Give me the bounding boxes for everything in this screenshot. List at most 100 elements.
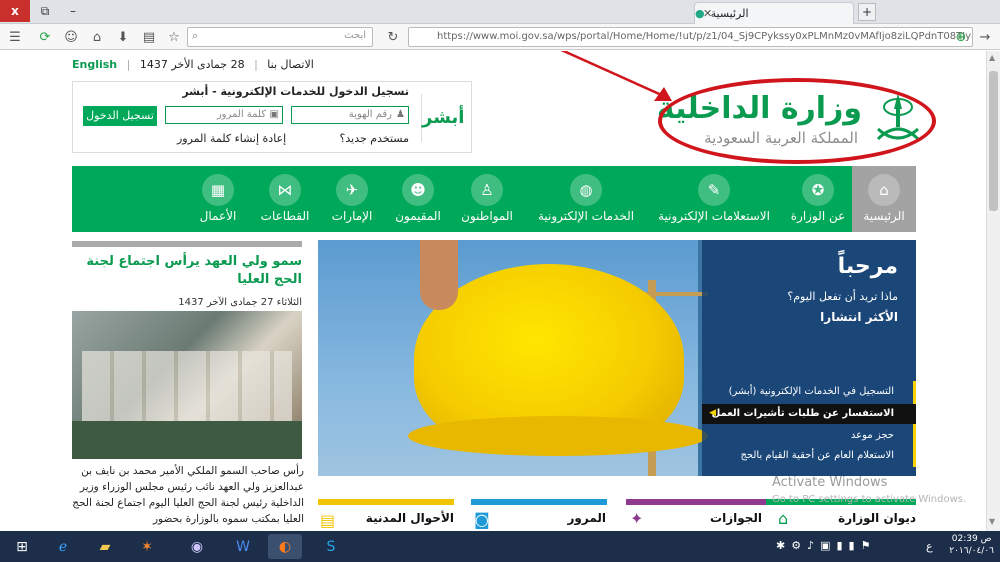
car-icon: ◙ (474, 510, 490, 529)
news-body: رأس صاحب السمو الملكي الأمير محمد بن ناي… (72, 465, 304, 525)
english-link[interactable]: English (72, 58, 117, 71)
lock-icon: ▣ (269, 109, 279, 120)
user-icon: ♟ (396, 109, 405, 120)
nav-label: الخدمات الإلكترونية (537, 209, 635, 223)
password-input[interactable]: كلمة المرور ▣ (165, 106, 283, 124)
card-bar-passports (626, 499, 766, 505)
nav-item-sectors[interactable]: ⋈ القطاعات (252, 166, 318, 232)
news-date: الثلاثاء 27 جمادى الآخر 1437 (178, 297, 302, 308)
url-text: https://www.moi.gov.sa/wps/portal/Home/H… (437, 31, 972, 42)
map-icon: ✈ (336, 174, 368, 206)
contact-link[interactable]: الاتصال بنا (267, 58, 314, 71)
scroll-down-icon[interactable]: ▼ (989, 517, 998, 529)
system-tray-icons[interactable]: ✱⚙♪▣▮▮⚑ (776, 539, 876, 552)
header-links: English | الاتصال بنا | 28 جمادى الأخر 1… (72, 58, 314, 71)
new-tab-button[interactable]: + (858, 3, 876, 21)
url-bar[interactable]: https://www.moi.gov.sa/wps/portal/Home/H… (408, 27, 973, 47)
hero-link-absher[interactable]: التسجيل في الخدمات الإلكترونية (أبشر) (729, 386, 894, 397)
home-icon: ⌂ (868, 174, 900, 206)
card-ministry[interactable]: ديوان الوزارة (838, 511, 916, 525)
word-icon[interactable]: W (226, 534, 260, 559)
bookmark-star-icon[interactable]: ☆ (165, 28, 183, 46)
password-placeholder: كلمة المرور (216, 109, 266, 120)
hero-image (318, 240, 708, 476)
card-passports[interactable]: الجوازات (710, 511, 762, 525)
new-user-link[interactable]: مستخدم جديد؟ (340, 132, 409, 145)
minimize-icon[interactable]: – (60, 0, 86, 22)
hand-image (420, 240, 458, 310)
passport-icon: ✦ (630, 509, 644, 528)
input-language[interactable]: ع (926, 540, 933, 553)
pocket-icon[interactable]: ☺ (62, 28, 80, 46)
taskbar-clock[interactable]: 02:39 ص ٢٠١٦/٠٤/٠٦ (949, 533, 994, 557)
hero-panel: مرحباً ماذا تريد أن تفعل اليوم؟ الأكثر ا… (702, 240, 916, 476)
nav-item-business[interactable]: ▦ الأعمال (186, 166, 250, 232)
restore-icon[interactable]: ⧉ (32, 0, 58, 22)
avast-icon[interactable]: ✶ (130, 534, 164, 559)
table-image (72, 421, 302, 459)
clock-date: ٢٠١٦/٠٤/٠٦ (949, 546, 994, 556)
menu-icon[interactable]: ☰ (6, 28, 24, 46)
nav-label: المواطنون (461, 209, 513, 223)
reload-icon[interactable]: ↻ (384, 28, 402, 46)
nav-item-home[interactable]: ⌂ الرئيسية (852, 166, 916, 232)
nav-label: الإمارات (331, 209, 373, 223)
sync-icon[interactable]: ⟳ (36, 28, 54, 46)
nav-item-emirates[interactable]: ✈ الإمارات (322, 166, 382, 232)
browser-tab[interactable]: الرئيسية ● ✕ (694, 2, 854, 24)
scroll-thumb[interactable] (989, 71, 998, 211)
hero-link-appointment[interactable]: حجز موعد (851, 430, 894, 441)
card-civil-affairs[interactable]: الأحوال المدنية (366, 511, 454, 525)
browser-app-icon[interactable]: ◉ (180, 534, 214, 559)
login-button[interactable]: تسجيل الدخول (83, 106, 157, 126)
nav-item-residents[interactable]: ☻ المقيمون (386, 166, 450, 232)
nav-label: الرئيسية (863, 209, 905, 223)
hard-hat-brim (408, 416, 708, 456)
nav-label: القطاعات (260, 209, 310, 223)
news-photo[interactable] (72, 311, 302, 459)
search-input[interactable]: ⌕ ابحث (187, 27, 373, 47)
logo-highlight-oval (658, 78, 936, 164)
library-icon[interactable]: ▤ (140, 28, 158, 46)
nav-item-about[interactable]: ✪ عن الوزارة (786, 166, 850, 232)
search-placeholder: ابحث (344, 30, 366, 41)
hero-accent-bar (913, 381, 916, 467)
nav-item-citizens[interactable]: ♙ المواطنون (454, 166, 520, 232)
file-explorer-icon[interactable]: ▰ (88, 534, 122, 559)
hero-banner: مرحباً ماذا تريد أن تفعل اليوم؟ الأكثر ا… (318, 240, 916, 476)
browser-toolbar: ☰ ⟳ ☺ ⌂ ⬇ ▤ ☆ ⌕ ابحث ↻ https://www.moi.g… (0, 24, 1000, 50)
reset-password-link[interactable]: إعادة إنشاء كلمة المرور (177, 132, 286, 145)
annotation-arrow (560, 51, 672, 101)
activate-windows-title: Activate Windows (772, 475, 888, 490)
sectors-icon: ⋈ (269, 174, 301, 206)
skype-icon[interactable]: S (314, 534, 348, 559)
forward-icon[interactable]: → (976, 28, 994, 46)
ministry-building-icon: ⌂ (778, 509, 789, 528)
id-number-input[interactable]: رقم الهوية ♟ (291, 106, 409, 124)
start-windows-icon[interactable]: ⊞ (2, 534, 42, 559)
search-icon: ⌕ (192, 29, 199, 42)
hero-title: مرحباً (837, 254, 898, 279)
hero-link-work-visas[interactable]: الاستفسار عن طلبات تأشيرات العمل (702, 404, 916, 424)
hero-link-hajj[interactable]: الاستعلام العام عن أحقية القيام بالحج (740, 450, 894, 461)
internet-explorer-icon[interactable]: ℯ (46, 534, 80, 559)
nav-item-inquiries[interactable]: ✎ الاستعلامات الإلكترونية (646, 166, 782, 232)
close-window-button[interactable]: x (0, 0, 30, 22)
scroll-up-icon[interactable]: ▲ (989, 53, 998, 65)
absher-logo[interactable]: أبشر (421, 94, 464, 142)
nav-item-eservices[interactable]: ◍ الخدمات الإلكترونية (524, 166, 648, 232)
tab-close-icon[interactable]: ✕ (703, 7, 712, 20)
inquiry-icon: ✎ (698, 174, 730, 206)
page-scrollbar[interactable]: ▲ ▼ (986, 51, 1000, 531)
firefox-icon[interactable]: ◐ (268, 534, 302, 559)
main-navigation: ⌂ الرئيسية ✪ عن الوزارة ✎ الاستعلامات ال… (72, 166, 916, 232)
windows-taskbar: ⊞ ℯ ▰ ✶ ◉ W ◐ S ✱⚙♪▣▮▮⚑ ع 02:39 ص ٢٠١٦/٠… (0, 531, 1000, 562)
card-traffic[interactable]: المرور (568, 511, 607, 525)
clock-time: 02:39 ص (951, 534, 992, 544)
absher-login-box: تسجيل الدخول للخدمات الإلكترونية - أبشر … (72, 81, 472, 153)
home-icon[interactable]: ⌂ (88, 28, 106, 46)
news-headline[interactable]: سمو ولي العهد يرأس اجتماع لجنة الحج العل… (72, 253, 302, 289)
login-title: تسجيل الدخول للخدمات الإلكترونية - أبشر (182, 85, 409, 98)
download-icon[interactable]: ⬇ (114, 28, 132, 46)
id-placeholder: رقم الهوية (348, 109, 392, 120)
